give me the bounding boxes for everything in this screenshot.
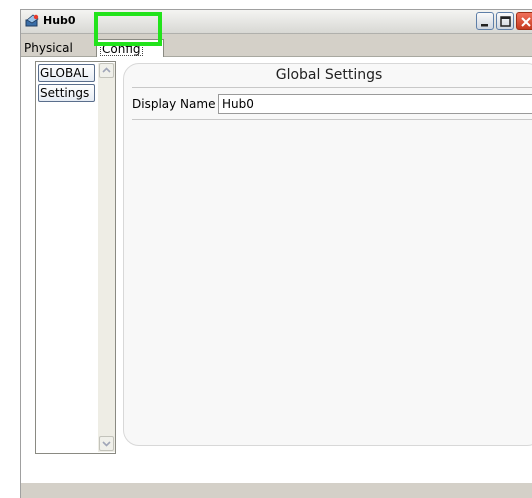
title-divider (132, 87, 532, 88)
hub-device-icon (24, 13, 40, 29)
sidebar-scrollbar[interactable] (98, 63, 115, 452)
minimize-button[interactable] (476, 12, 494, 30)
tab-physical-label: Physical (24, 41, 73, 55)
sidebar-item-settings[interactable]: Settings (38, 84, 95, 102)
display-name-label: Display Name (132, 97, 216, 111)
window-title: Hub0 (43, 14, 76, 27)
scroll-up-icon[interactable] (99, 63, 114, 78)
display-name-input[interactable]: Hub0 (218, 94, 532, 114)
panel-title: Global Settings (275, 67, 383, 83)
sidebar-list: GLOBAL Settings (37, 63, 98, 452)
settings-sidebar: GLOBAL Settings (35, 61, 116, 454)
scroll-down-icon[interactable] (99, 436, 114, 451)
maximize-button[interactable] (496, 12, 514, 30)
device-window: Hub0 Physical Config GLOBAL Settings Glo… (20, 9, 532, 498)
row-divider (132, 119, 532, 120)
config-tab-highlight (94, 12, 162, 46)
global-settings-panel: Global Settings Display Name Hub0 (123, 63, 532, 446)
sidebar-item-global[interactable]: GLOBAL (38, 64, 95, 82)
config-content: GLOBAL Settings Global Settings Display … (21, 57, 532, 483)
close-button[interactable] (516, 12, 532, 30)
tab-physical[interactable]: Physical (21, 41, 88, 57)
